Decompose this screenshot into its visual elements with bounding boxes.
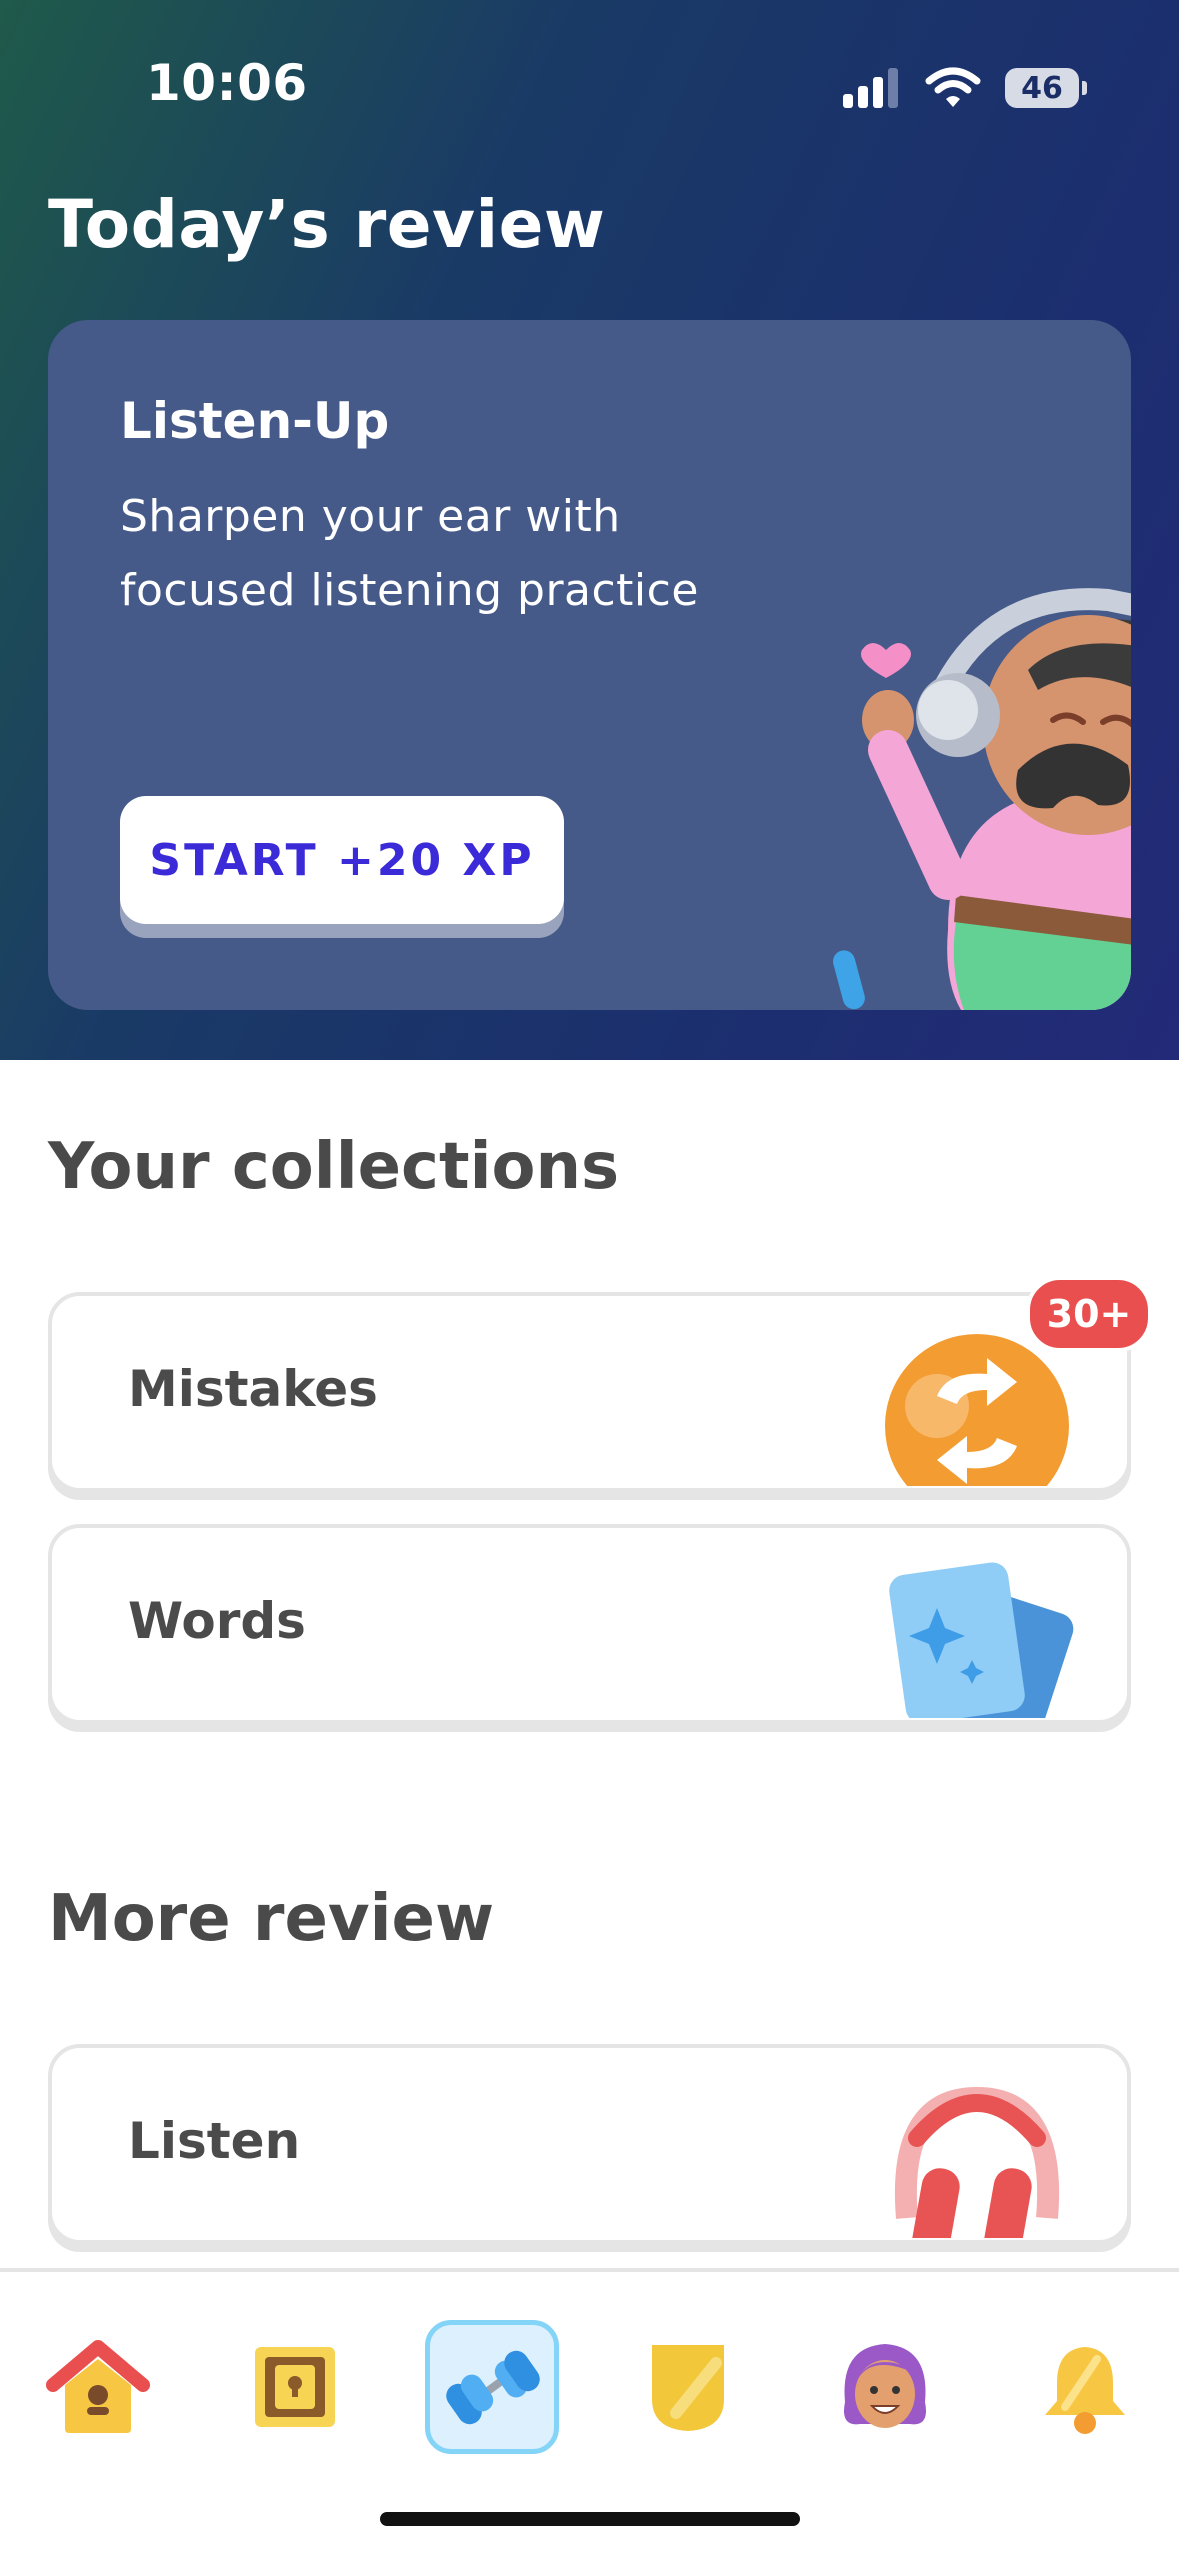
- words-card[interactable]: Words: [48, 1524, 1131, 1724]
- home-indicator: [380, 2512, 800, 2526]
- nav-leagues[interactable]: [623, 2322, 753, 2452]
- collections-title: Your collections: [48, 1130, 620, 1204]
- home-icon: [46, 2340, 150, 2433]
- page-title: Today’s review: [48, 186, 606, 263]
- treasure-chest-icon: [255, 2347, 335, 2427]
- nav-treasure[interactable]: [230, 2322, 360, 2452]
- card-description: Sharpen your ear with focused listening …: [120, 491, 699, 616]
- battery-indicator: 46: [1005, 68, 1087, 108]
- league-shield-icon: [652, 2345, 724, 2431]
- profile-avatar-icon: [844, 2344, 926, 2428]
- status-time: 10:06: [146, 54, 308, 112]
- mistakes-card[interactable]: Mistakes: [48, 1292, 1131, 1492]
- listen-card[interactable]: Listen: [48, 2044, 1131, 2244]
- words-icon: [889, 1562, 1074, 1718]
- mascot-illustration: [833, 588, 1131, 1010]
- nav-home[interactable]: [33, 2322, 163, 2452]
- nav-practice[interactable]: [425, 2320, 559, 2454]
- wifi-icon: [925, 67, 981, 107]
- status-bar: 10:06 46: [0, 0, 1179, 170]
- headphones-icon: [894, 2086, 1060, 2238]
- listen-label: Listen: [128, 2112, 301, 2170]
- mistakes-count-badge: 30+: [1026, 1276, 1152, 1352]
- card-title: Listen-Up: [120, 392, 390, 450]
- notifications-bell-icon: [1045, 2347, 1125, 2434]
- start-button[interactable]: START +20 XP: [120, 796, 564, 924]
- todays-review-section: 10:06 46 Today’s review Listen-Up Sharpe…: [0, 0, 1179, 1060]
- signal-icon: [843, 68, 898, 108]
- words-label: Words: [128, 1592, 306, 1650]
- nav-profile[interactable]: [820, 2322, 950, 2452]
- mistakes-label: Mistakes: [128, 1360, 378, 1418]
- more-review-title: More review: [48, 1882, 495, 1956]
- listen-up-card[interactable]: Listen-Up Sharpen your ear with focused …: [48, 320, 1131, 1010]
- practice-dumbbell-icon: [446, 2350, 540, 2425]
- nav-notifications[interactable]: [1020, 2322, 1150, 2452]
- status-icons: 46: [843, 64, 1087, 112]
